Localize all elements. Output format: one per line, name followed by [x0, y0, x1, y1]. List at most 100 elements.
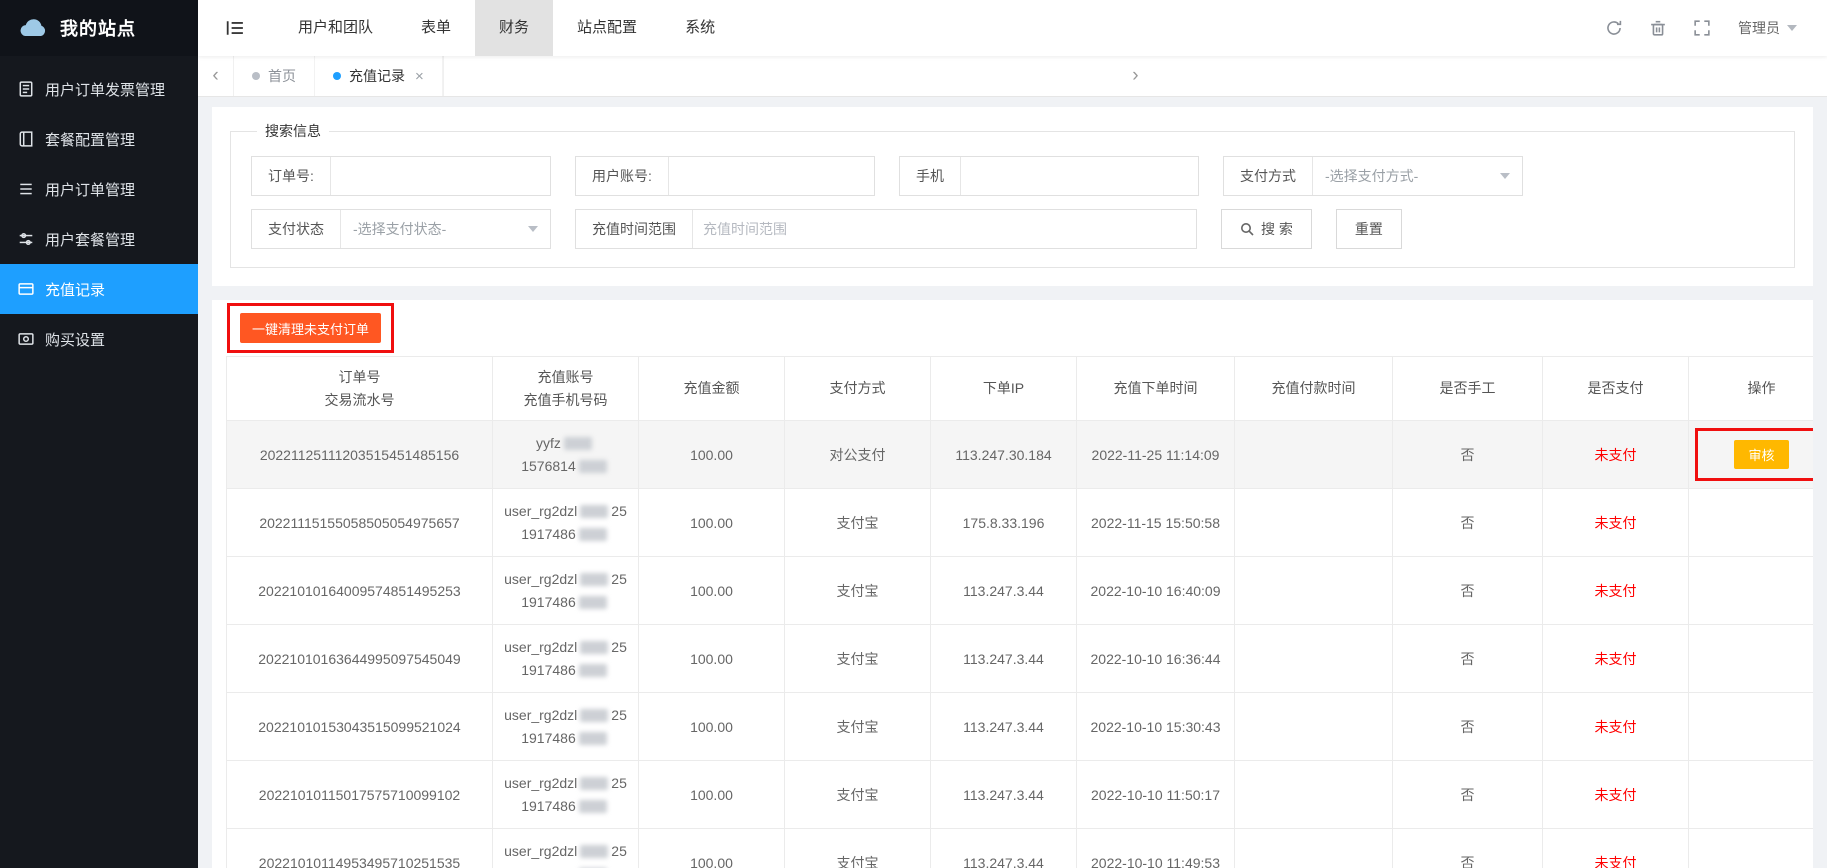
- cell-action: [1689, 829, 1814, 868]
- search-panel: 搜索信息 订单号: 用户账号: 手机: [212, 107, 1813, 286]
- time-range-field: 充值时间范围: [575, 209, 1197, 249]
- cell-paid-status: 未支付: [1543, 625, 1689, 693]
- order-list-icon: [18, 181, 34, 197]
- cell-pay-method: 支付宝: [785, 489, 931, 557]
- table-body: 20221125111203515451485156yyfz1576814100…: [227, 421, 1814, 868]
- col-action: 操作: [1689, 357, 1814, 421]
- cell-ip: 175.8.33.196: [931, 489, 1077, 557]
- redacted-text: [579, 664, 607, 677]
- search-row-1: 订单号: 用户账号: 手机 支付方式 -选: [251, 156, 1774, 196]
- cell-order-no: 20221010115017575710099102: [227, 761, 493, 829]
- sidebar-item-label: 用户订单管理: [45, 179, 135, 200]
- cell-account: yyfz1576814: [493, 421, 639, 489]
- tabs-scroll-right-icon[interactable]: ›: [443, 56, 1827, 96]
- cell-account: user_rg2dzl251917486: [493, 761, 639, 829]
- trash-icon[interactable]: [1650, 20, 1666, 36]
- invoice-manage-icon: [18, 81, 34, 97]
- sidebar-item[interactable]: 充值记录: [0, 264, 198, 314]
- cell-account: user_rg2dzl251917486: [493, 489, 639, 557]
- col-order-time: 充值下单时间: [1077, 357, 1235, 421]
- redacted-text: [579, 596, 607, 609]
- cell-paid-status: 未支付: [1543, 421, 1689, 489]
- redacted-text: [580, 845, 608, 858]
- cell-pay-method: 对公支付: [785, 421, 931, 489]
- sidebar-item-label: 购买设置: [45, 329, 105, 350]
- col-pay-method: 支付方式: [785, 357, 931, 421]
- refresh-icon[interactable]: [1606, 20, 1622, 36]
- user-menu[interactable]: 管理员: [1738, 18, 1797, 38]
- tabbar: ‹ 首页充值记录× ›: [198, 56, 1827, 97]
- col-account: 充值账号充值手机号码: [493, 357, 639, 421]
- pay-status-select[interactable]: 支付状态 -选择支付状态-: [251, 209, 551, 249]
- cell-ip: 113.247.30.184: [931, 421, 1077, 489]
- topnav-item[interactable]: 系统: [661, 0, 739, 56]
- tab-close-icon[interactable]: ×: [415, 69, 424, 84]
- cell-ip: 113.247.3.44: [931, 693, 1077, 761]
- sidebar-item[interactable]: 用户订单发票管理: [0, 64, 198, 114]
- chevron-down-icon: [1500, 173, 1510, 179]
- tabs-scroll-left-icon[interactable]: ‹: [198, 56, 234, 96]
- sidebar-item[interactable]: 购买设置: [0, 314, 198, 364]
- fullscreen-icon[interactable]: [1694, 20, 1710, 36]
- collapse-sidebar-icon[interactable]: [226, 20, 244, 36]
- sidebar: 我的站点 用户订单发票管理套餐配置管理用户订单管理用户套餐管理充值记录购买设置: [0, 0, 198, 868]
- table-row: 20221010115017575710099102user_rg2dzl251…: [227, 761, 1814, 829]
- cell-order-time: 2022-10-10 11:50:17: [1077, 761, 1235, 829]
- sidebar-menu: 用户订单发票管理套餐配置管理用户订单管理用户套餐管理充值记录购买设置: [0, 56, 198, 364]
- cell-action: 审核: [1689, 421, 1814, 489]
- brand[interactable]: 我的站点: [0, 0, 198, 56]
- app-root: 我的站点 用户订单发票管理套餐配置管理用户订单管理用户套餐管理充值记录购买设置 …: [0, 0, 1827, 868]
- search-row-2: 支付状态 -选择支付状态- 充值时间范围 搜 索 重置: [251, 209, 1774, 249]
- topnav-item[interactable]: 表单: [397, 0, 475, 56]
- sidebar-item[interactable]: 用户订单管理: [0, 164, 198, 214]
- topnav-item[interactable]: 财务: [475, 0, 553, 56]
- time-range-input[interactable]: [693, 210, 1196, 248]
- cell-ip: 113.247.3.44: [931, 557, 1077, 625]
- cell-pay-method: 支付宝: [785, 557, 931, 625]
- cell-order-no: 20221125111203515451485156: [227, 421, 493, 489]
- tab[interactable]: 充值记录×: [315, 56, 443, 96]
- table-row: 20221010164009574851495253user_rg2dzl251…: [227, 557, 1814, 625]
- reset-button[interactable]: 重置: [1336, 209, 1402, 249]
- sidebar-item[interactable]: 用户套餐管理: [0, 214, 198, 264]
- search-fieldset: 搜索信息 订单号: 用户账号: 手机: [230, 121, 1795, 268]
- cell-account: user_rg2dzl251917486: [493, 557, 639, 625]
- phone-input[interactable]: [961, 157, 1198, 195]
- topnav-item[interactable]: 用户和团队: [274, 0, 397, 56]
- clean-unpaid-orders-button[interactable]: 一键清理未支付订单: [240, 313, 381, 343]
- cell-amount: 100.00: [639, 557, 785, 625]
- cell-order-time: 2022-10-10 15:30:43: [1077, 693, 1235, 761]
- sidebar-item[interactable]: 套餐配置管理: [0, 114, 198, 164]
- cell-action: [1689, 557, 1814, 625]
- cell-pay-method: 支付宝: [785, 829, 931, 868]
- table-row: 20221115155058505054975657user_rg2dzl251…: [227, 489, 1814, 557]
- sidebar-item-label: 充值记录: [45, 279, 105, 300]
- audit-button[interactable]: 审核: [1734, 440, 1788, 469]
- user-account-field: 用户账号:: [575, 156, 875, 196]
- order-no-input[interactable]: [331, 157, 550, 195]
- cell-manual: 否: [1393, 557, 1543, 625]
- user-account-input[interactable]: [669, 157, 874, 195]
- redacted-text: [580, 777, 608, 790]
- pay-status-label: 支付状态: [252, 210, 341, 248]
- table-row: 20221010114953495710251535user_rg2dzl251…: [227, 829, 1814, 868]
- cell-order-time: 2022-10-10 16:40:09: [1077, 557, 1235, 625]
- redacted-text: [579, 528, 607, 541]
- tab-list: 首页充值记录×: [234, 56, 443, 96]
- tab-status-dot-icon: [333, 72, 341, 80]
- cell-paid-status: 未支付: [1543, 761, 1689, 829]
- pay-method-select[interactable]: 支付方式 -选择支付方式-: [1223, 156, 1523, 196]
- cell-ip: 113.247.3.44: [931, 625, 1077, 693]
- topnav-item[interactable]: 站点配置: [553, 0, 661, 56]
- cell-pay-time: [1235, 693, 1393, 761]
- chevron-down-icon: [528, 226, 538, 232]
- search-button[interactable]: 搜 索: [1221, 209, 1312, 249]
- cell-ip: 113.247.3.44: [931, 829, 1077, 868]
- tab[interactable]: 首页: [234, 56, 315, 96]
- cell-amount: 100.00: [639, 489, 785, 557]
- chevron-down-icon: [1787, 25, 1797, 31]
- cell-pay-time: [1235, 761, 1393, 829]
- cell-pay-time: [1235, 625, 1393, 693]
- redacted-text: [579, 732, 607, 745]
- user-account-label: 用户账号:: [576, 157, 669, 195]
